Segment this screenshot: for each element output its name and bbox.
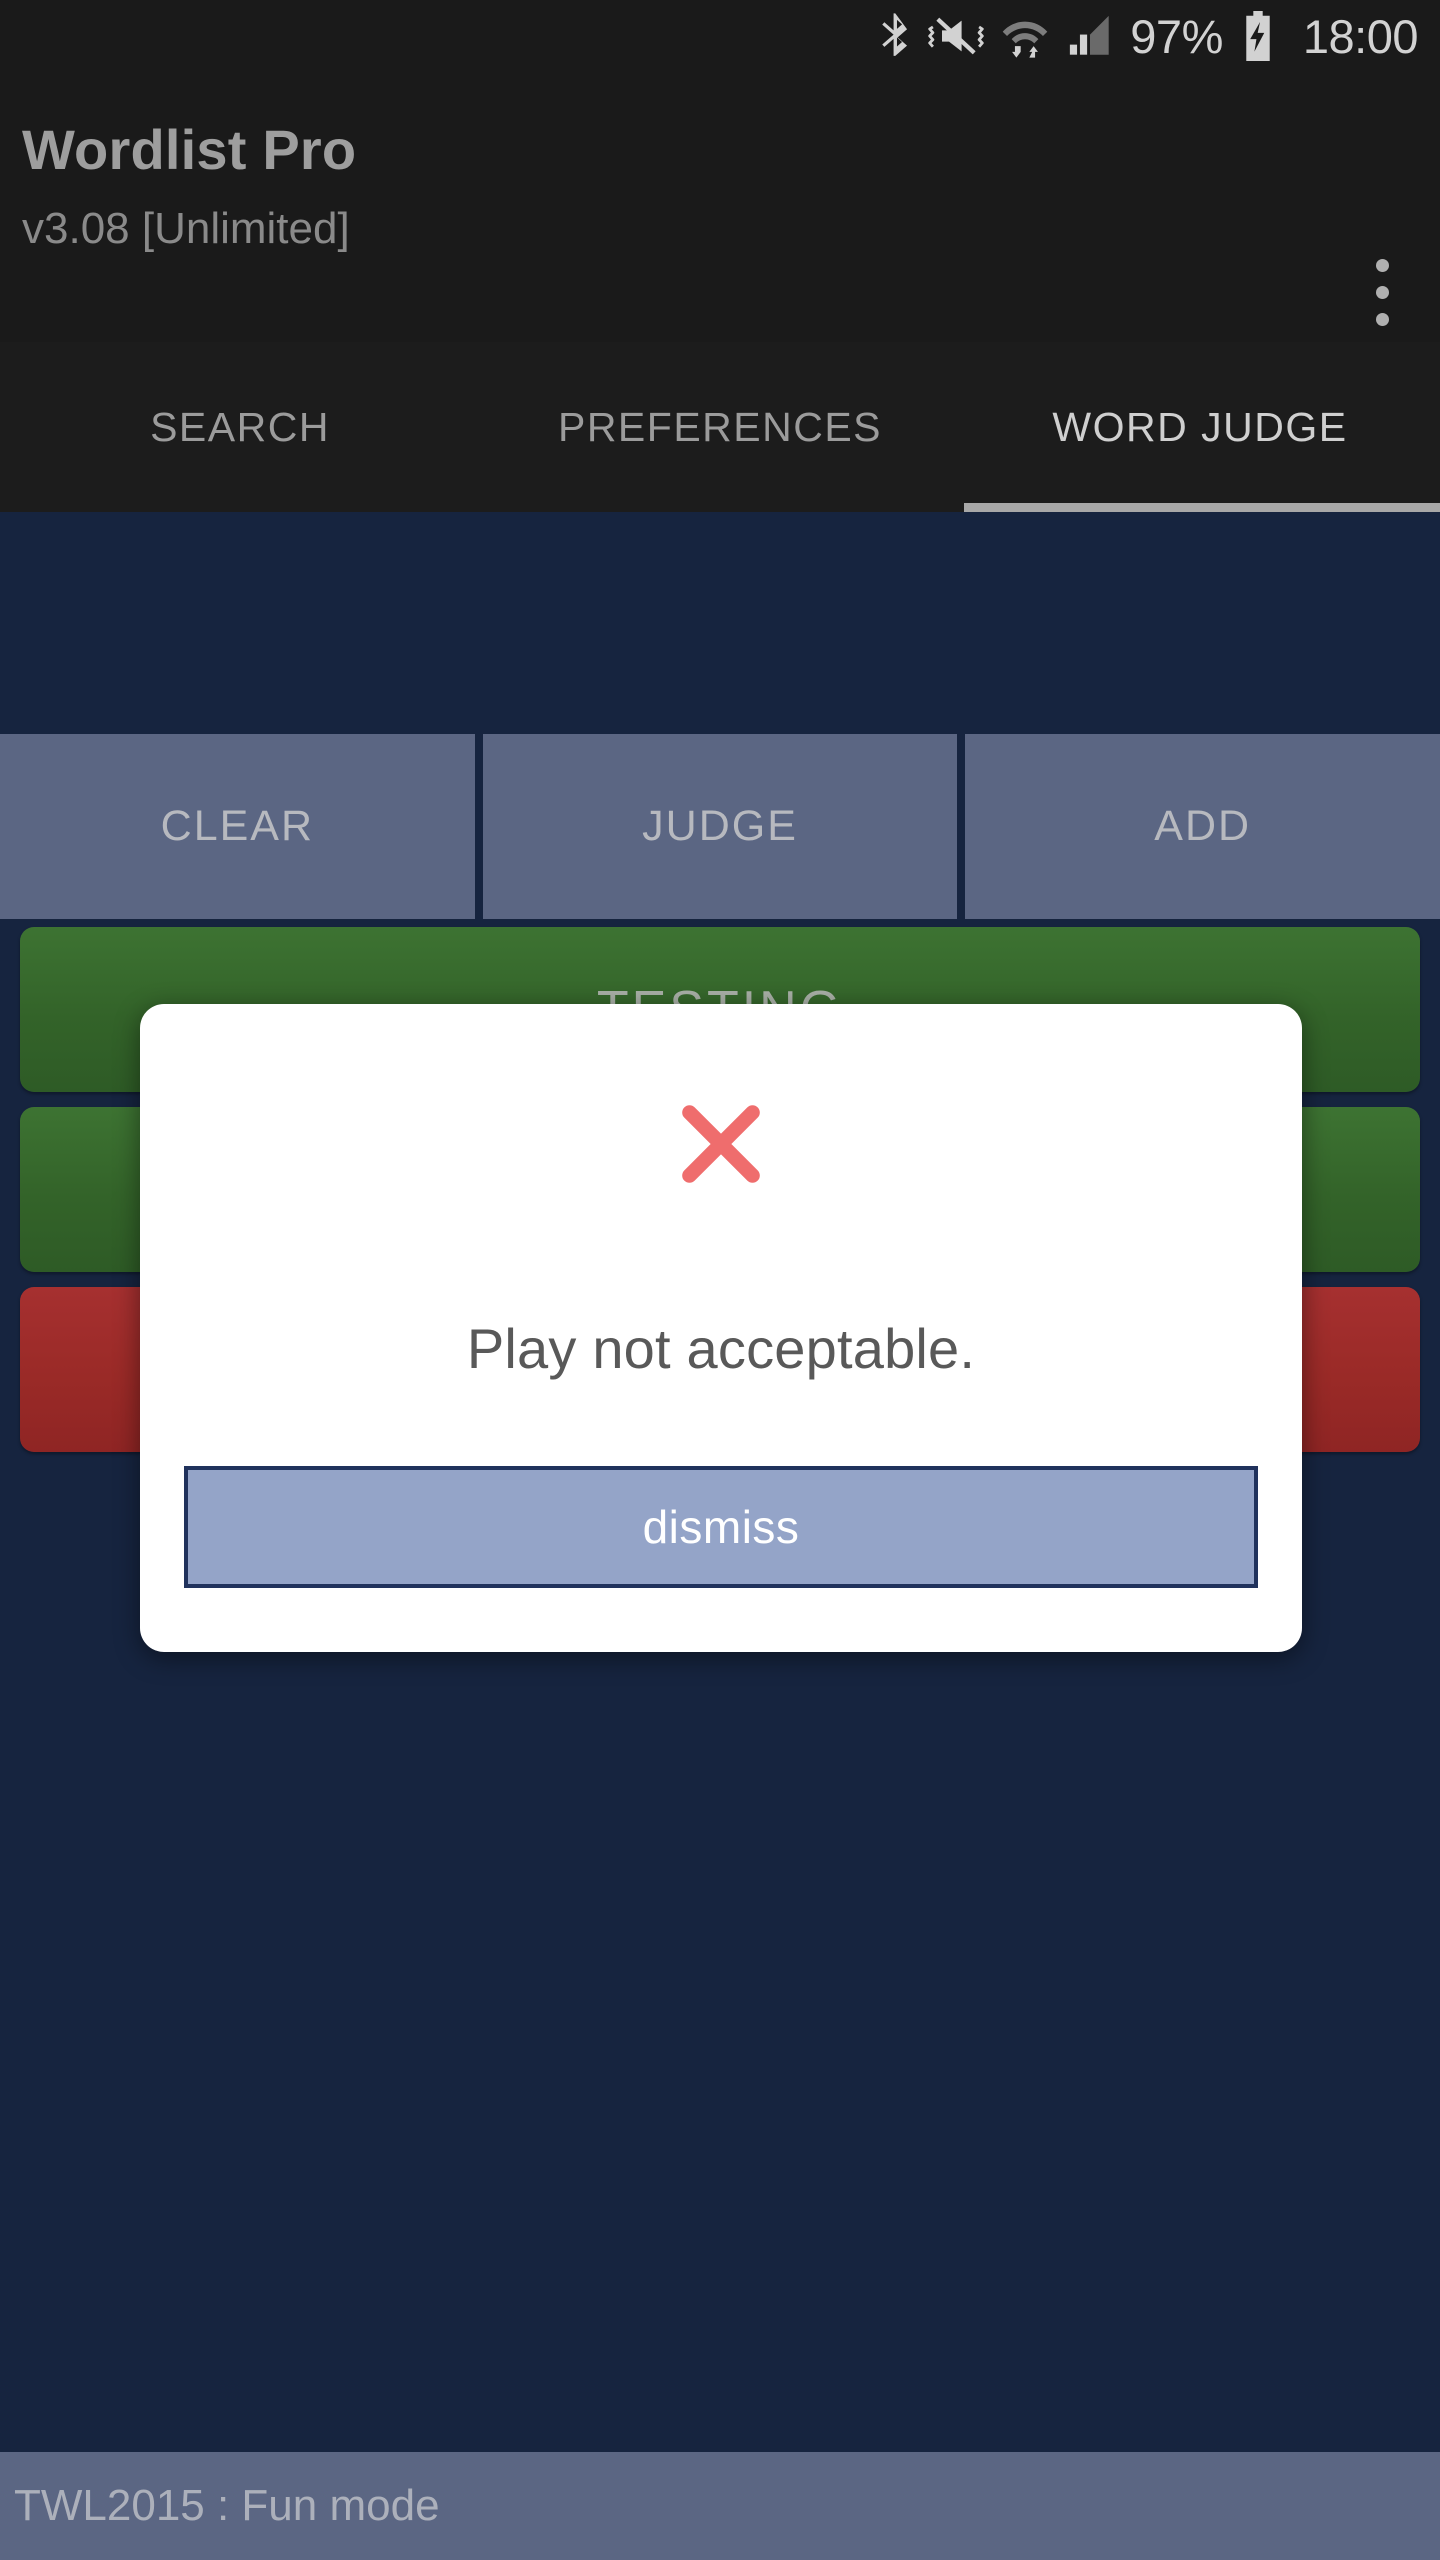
dialog-message: Play not acceptable. [466, 1317, 976, 1380]
result-dialog: Play not acceptable. dismiss [140, 1004, 1302, 1652]
dismiss-button-label: dismiss [642, 1501, 800, 1553]
dismiss-button[interactable]: dismiss [184, 1466, 1258, 1588]
dictionary-mode-label: TWL2015 : Fun mode [14, 2481, 440, 2530]
x-cross-icon [140, 1090, 1302, 1198]
status-footer: TWL2015 : Fun mode [0, 2452, 1440, 2560]
phone-screen: 97% 18:00 Wordlist Pro v3.08 [Unlimited]… [0, 0, 1440, 2560]
